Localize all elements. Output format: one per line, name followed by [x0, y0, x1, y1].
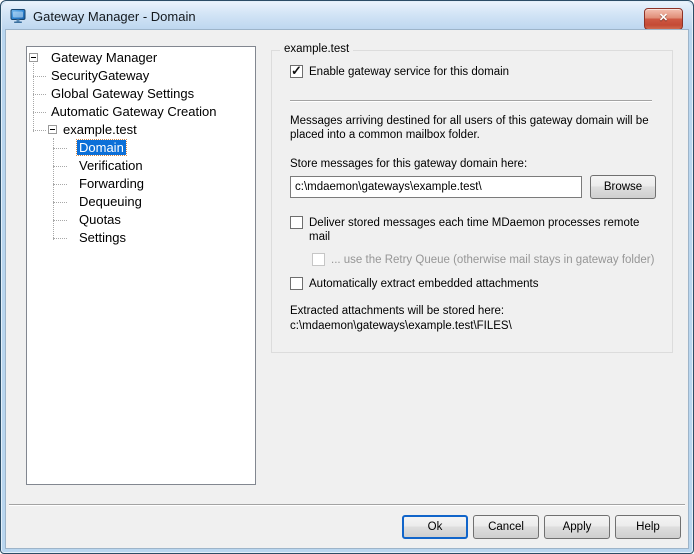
extract-attachments-checkbox-row[interactable]: Automatically extract embedded attachmen… — [290, 277, 656, 291]
collapse-icon[interactable] — [29, 53, 38, 62]
retry-queue-checkbox-row: ... use the Retry Queue (otherwise mail … — [312, 253, 656, 267]
tree-item-label: Automatic Gateway Creation — [49, 104, 218, 119]
dialog-client-area: Gateway Manager SecurityGateway Global Gat… — [6, 30, 688, 548]
tree-connector — [53, 184, 67, 185]
tree-item-verification[interactable]: Verification — [27, 157, 255, 175]
tree-connector — [33, 130, 46, 131]
deliver-label[interactable]: Deliver stored messages each time MDaemo… — [309, 216, 656, 244]
tree-item-forwarding[interactable]: Forwarding — [27, 175, 255, 193]
tree-item-label: Gateway Manager — [49, 50, 159, 65]
navigation-tree[interactable]: Gateway Manager SecurityGateway Global Gat… — [26, 46, 256, 485]
extract-attachments-label[interactable]: Automatically extract embedded attachmen… — [309, 277, 538, 291]
tree-item-label: Settings — [77, 230, 128, 245]
store-path-label: Store messages for this gateway domain h… — [290, 158, 656, 170]
tree-item-gateway-manager[interactable]: Gateway Manager — [27, 49, 255, 67]
extracted-path: c:\mdaemon\gateways\example.test\FILES\ — [290, 319, 656, 333]
tree-connector — [53, 220, 67, 221]
window-title: Gateway Manager - Domain — [33, 9, 196, 24]
tree-item-settings[interactable]: Settings — [27, 229, 255, 247]
enable-gateway-label[interactable]: Enable gateway service for this domain — [309, 65, 509, 79]
tree-item-label: Domain — [77, 140, 126, 155]
tree-item-automatic-gateway-creation[interactable]: Automatic Gateway Creation — [27, 103, 255, 121]
tree-item-example-test[interactable]: example.test — [27, 121, 255, 139]
tree-connector — [33, 76, 46, 77]
tree-item-global-gateway-settings[interactable]: Global Gateway Settings — [27, 85, 255, 103]
tree-connector — [33, 94, 46, 95]
close-icon: ✕ — [659, 12, 668, 24]
tree-item-label: Global Gateway Settings — [49, 86, 196, 101]
tree-connector — [53, 202, 67, 203]
tree-connector — [53, 166, 67, 167]
store-path-input[interactable] — [290, 176, 582, 198]
domain-settings-group: example.test Enable gateway service for … — [271, 50, 673, 353]
deliver-checkbox[interactable] — [290, 216, 303, 229]
tree-item-quotas[interactable]: Quotas — [27, 211, 255, 229]
deliver-checkbox-row[interactable]: Deliver stored messages each time MDaemo… — [290, 216, 656, 244]
group-label: example.test — [280, 43, 353, 55]
tree-item-label: example.test — [61, 122, 139, 137]
retry-queue-label: ... use the Retry Queue (otherwise mail … — [331, 253, 654, 267]
close-button[interactable]: ✕ — [644, 8, 683, 30]
collapse-icon[interactable] — [48, 125, 57, 134]
tree-item-label: Dequeuing — [77, 194, 144, 209]
help-button[interactable]: Help — [615, 515, 681, 539]
apply-button[interactable]: Apply — [544, 515, 610, 539]
extract-attachments-checkbox[interactable] — [290, 277, 303, 290]
separator — [290, 100, 652, 101]
enable-gateway-checkbox[interactable] — [290, 65, 303, 78]
footer-buttons: OkCancelApplyHelp — [402, 515, 681, 539]
tree-connector — [33, 112, 46, 113]
tree-item-label: Forwarding — [77, 176, 146, 191]
ok-button[interactable]: Ok — [402, 515, 468, 539]
tree: Gateway Manager SecurityGateway Global Gat… — [27, 49, 255, 484]
tree-item-label: Verification — [77, 158, 145, 173]
retry-queue-checkbox — [312, 253, 325, 266]
extracted-note: Extracted attachments will be stored her… — [290, 304, 656, 318]
app-icon — [10, 8, 27, 24]
enable-gateway-checkbox-row[interactable]: Enable gateway service for this domain — [290, 65, 656, 79]
tree-item-label: Quotas — [77, 212, 123, 227]
browse-button[interactable]: Browse — [590, 175, 656, 199]
tree-connector — [53, 238, 67, 239]
tree-item-securitygateway[interactable]: SecurityGateway — [27, 67, 255, 85]
tree-item-label: SecurityGateway — [49, 68, 151, 83]
intro-text: Messages arriving destined for all users… — [290, 114, 668, 142]
tree-connector — [53, 148, 67, 149]
title-bar[interactable]: Gateway Manager - Domain ✕ — [2, 2, 692, 30]
dialog-window: Gateway Manager - Domain ✕ Gateway Manag… — [0, 0, 694, 554]
tree-item-domain[interactable]: Domain — [27, 139, 255, 157]
tree-item-dequeuing[interactable]: Dequeuing — [27, 193, 255, 211]
cancel-button[interactable]: Cancel — [473, 515, 539, 539]
footer-separator — [9, 504, 685, 505]
